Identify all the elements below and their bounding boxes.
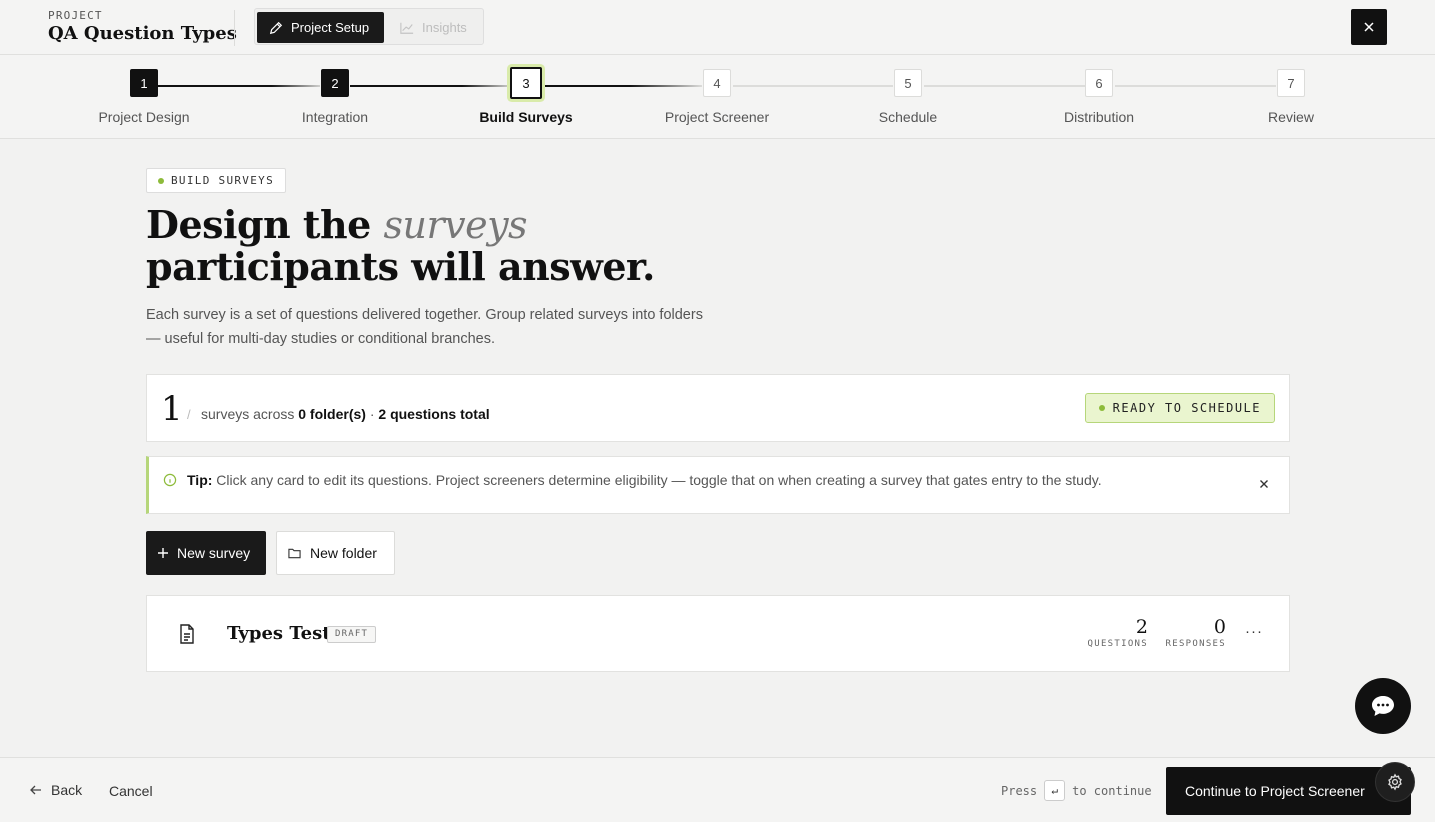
tab-insights-label: Insights [422, 20, 467, 35]
new-survey-label: New survey [177, 545, 251, 561]
close-button[interactable] [1351, 9, 1387, 45]
back-label: Back [51, 782, 83, 798]
tip-text: Tip: Click any card to edit its question… [187, 472, 1102, 488]
step-number: 5 [894, 69, 922, 97]
enter-key: ↵ [1044, 780, 1066, 801]
headline-emphasis: surveys [383, 203, 528, 247]
survey-count: 1 [161, 389, 183, 429]
summary-separator: · [369, 406, 375, 422]
tip-banner: Tip: Click any card to edit its question… [146, 456, 1290, 514]
step-integration[interactable]: 2 Integration [250, 69, 420, 125]
step-number: 1 [130, 69, 158, 97]
chart-icon [400, 22, 414, 34]
step-distribution[interactable]: 6 Distribution [1014, 69, 1184, 125]
step-review[interactable]: 7 Review [1206, 69, 1376, 125]
project-title: QA Question Types [48, 23, 237, 44]
tab-project-setup-label: Project Setup [291, 20, 370, 35]
footer-bar: Back Cancel Press ↵ to continue Continue… [0, 757, 1435, 822]
status-badge-label: READY TO SCHEDULE [1112, 401, 1261, 415]
count-slash: / [187, 407, 191, 422]
step-label: Project Screener [664, 109, 770, 125]
step-label: Build Surveys [479, 109, 573, 125]
tip-body: Click any card to edit its questions. Pr… [216, 472, 1102, 488]
headline-after: participants will answer. [146, 244, 655, 289]
cancel-button[interactable]: Cancel [109, 783, 153, 799]
new-folder-label: New folder [310, 545, 377, 561]
step-number: 4 [703, 69, 731, 97]
responses-value: 0 [1213, 616, 1226, 638]
tab-insights: Insights [388, 12, 479, 43]
step-number: 6 [1085, 69, 1113, 97]
hint-press: Press [1001, 783, 1038, 798]
step-label: Schedule [878, 109, 938, 125]
survey-summary: 1 / surveys across 0 folder(s) · 2 quest… [146, 374, 1290, 442]
tab-project-setup[interactable]: Project Setup [257, 12, 384, 43]
survey-card[interactable]: Types Test DRAFT 2 QUESTIONS 0 RESPONSES… [146, 595, 1290, 672]
back-button[interactable]: Back [30, 782, 82, 798]
status-dot [1098, 405, 1105, 411]
questions-metric: 2 QUESTIONS [1088, 616, 1148, 649]
progress-stepper: 1 Project Design 2 Integration 3 Build S… [0, 55, 1435, 139]
survey-name: Types Test [227, 623, 331, 644]
question-count: 2 questions total [378, 406, 490, 422]
settings-button[interactable] [1375, 762, 1415, 802]
step-project-design[interactable]: 1 Project Design [59, 69, 229, 125]
keyboard-hint: Press ↵ to continue [1001, 780, 1152, 801]
tip-label: Tip: [187, 472, 213, 488]
new-survey-button[interactable]: New survey [146, 531, 266, 575]
summary-prefix: surveys across [201, 406, 295, 422]
status-dot [158, 177, 164, 184]
headline-before: Design the [146, 202, 384, 247]
document-icon [180, 624, 194, 644]
info-icon [163, 473, 177, 487]
step-number: 2 [321, 69, 349, 97]
header-divider [234, 10, 235, 46]
step-project-screener[interactable]: 4 Project Screener [632, 69, 802, 125]
responses-label: RESPONSES [1165, 639, 1226, 649]
step-schedule[interactable]: 5 Schedule [823, 69, 993, 125]
step-build-surveys[interactable]: 3 Build Surveys [441, 67, 611, 125]
continue-button[interactable]: Continue to Project Screener [1166, 767, 1411, 815]
arrow-left-icon [30, 785, 41, 795]
chat-bubble-icon [1372, 696, 1394, 716]
questions-value: 2 [1135, 616, 1148, 638]
responses-metric: 0 RESPONSES [1166, 616, 1226, 649]
step-label: Review [1268, 109, 1314, 125]
section-pill: BUILD SURVEYS [146, 168, 286, 193]
page-title: Design the surveys participants will ans… [146, 204, 786, 288]
view-switcher: Project Setup Insights [254, 8, 484, 45]
new-folder-button[interactable]: New folder [276, 531, 395, 575]
pencil-icon [269, 21, 283, 34]
summary-text: surveys across 0 folder(s) · 2 questions… [201, 406, 490, 422]
questions-label: QUESTIONS [1087, 639, 1148, 649]
chat-button[interactable] [1355, 678, 1411, 734]
plus-icon [158, 548, 168, 558]
gear-icon [1388, 773, 1402, 791]
hint-continue: to continue [1072, 783, 1152, 798]
dismiss-tip-icon[interactable] [1259, 479, 1269, 489]
step-number: 3 [510, 67, 542, 99]
top-bar: PROJECT QA Question Types Project Setup … [0, 0, 1435, 55]
folder-icon [288, 548, 301, 559]
status-badge: READY TO SCHEDULE [1084, 393, 1275, 423]
section-pill-label: BUILD SURVEYS [171, 174, 274, 187]
folder-count: 0 folder(s) [298, 406, 366, 422]
close-icon [1364, 22, 1374, 32]
page-description: Each survey is a set of questions delive… [146, 307, 703, 347]
step-number: 7 [1277, 69, 1305, 97]
draft-badge: DRAFT [327, 626, 377, 643]
more-options-button[interactable]: ··· [1245, 623, 1263, 640]
step-label: Distribution [1063, 109, 1135, 125]
step-label: Project Design [98, 109, 190, 125]
step-label: Integration [301, 109, 369, 125]
project-eyebrow: PROJECT [48, 9, 103, 22]
